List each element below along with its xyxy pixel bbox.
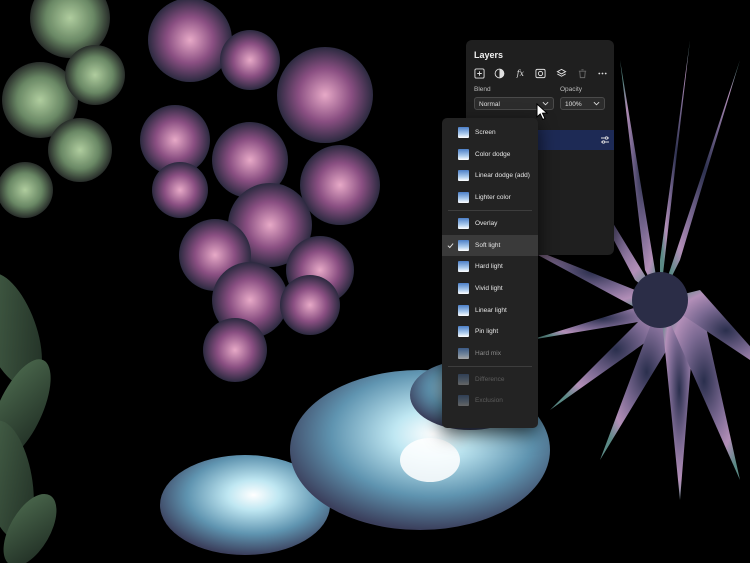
- blend-thumbnail-icon: [458, 217, 469, 229]
- blend-option-label: Soft light: [475, 241, 501, 249]
- layer-mask-icon[interactable]: [534, 66, 548, 80]
- blend-option-label: Pin light: [475, 328, 499, 336]
- chevron-down-icon: [593, 98, 600, 109]
- menu-divider: [448, 365, 532, 367]
- blend-option[interactable]: Screen: [442, 122, 538, 143]
- blend-option[interactable]: Vivid light: [442, 278, 538, 299]
- delete-icon[interactable]: [575, 66, 589, 80]
- blend-thumbnail-icon: [458, 170, 469, 182]
- blend-thumbnail-icon: [458, 348, 469, 359]
- blend-option[interactable]: Linear light: [442, 300, 538, 321]
- blend-option-label: Linear dodge (add): [475, 172, 530, 180]
- add-layer-icon[interactable]: [472, 66, 486, 80]
- blend-option[interactable]: Soft light: [442, 234, 538, 256]
- blend-option-label: Exclusion: [475, 397, 503, 405]
- blend-option-label: Lighter color: [475, 194, 511, 202]
- more-icon[interactable]: [596, 66, 610, 80]
- green-leaves-left: [0, 272, 57, 563]
- blend-option[interactable]: Pin light: [442, 321, 538, 342]
- blend-option-label: Hard light: [475, 263, 503, 271]
- blend-option-label: Vivid light: [475, 284, 503, 292]
- blend-option[interactable]: Difference: [442, 369, 538, 390]
- opacity-field[interactable]: 100%: [560, 97, 605, 110]
- blend-option[interactable]: Hard mix: [442, 343, 538, 364]
- blend-option-label: Overlay: [475, 219, 498, 227]
- blend-select-value: Normal: [479, 101, 500, 108]
- mask-icon[interactable]: [493, 66, 507, 80]
- fx-label: fx: [516, 68, 525, 78]
- blend-thumbnail-icon: [458, 239, 469, 251]
- blend-option-label: Linear light: [475, 306, 507, 314]
- blend-mode-dropdown: Screen Color dodge Linear dodge (add) Light…: [442, 118, 538, 428]
- fx-icon[interactable]: fx: [513, 66, 527, 80]
- blend-option-label: Hard mix: [475, 350, 502, 357]
- checkmark-icon: [447, 242, 454, 248]
- opacity-value: 100%: [565, 101, 582, 108]
- blend-thumbnail-icon: [458, 127, 469, 138]
- green-rosette-cluster: [0, 0, 125, 218]
- selected-layer-row[interactable]: [530, 130, 614, 150]
- mouse-pointer-icon: [536, 103, 549, 121]
- blend-label: Blend: [474, 86, 491, 93]
- layer-properties-icon[interactable]: [600, 135, 610, 145]
- blend-thumbnail-icon: [458, 395, 469, 407]
- layers-toolbar: fx: [472, 66, 610, 80]
- stack-icon[interactable]: [555, 66, 569, 80]
- blend-option-label: Difference: [475, 375, 505, 383]
- blend-option[interactable]: Overlay: [442, 213, 538, 234]
- blend-thumbnail-icon: [458, 261, 469, 273]
- blend-option[interactable]: Lighter color: [442, 187, 538, 208]
- blend-option[interactable]: Exclusion: [442, 390, 538, 411]
- opacity-label: Opacity: [560, 86, 583, 93]
- blend-option-label: Screen: [475, 129, 496, 136]
- blend-option[interactable]: Hard light: [442, 256, 538, 277]
- blend-thumbnail-icon: [458, 192, 469, 204]
- menu-divider: [448, 209, 532, 211]
- blend-thumbnail-icon: [458, 282, 469, 294]
- blend-thumbnail-icon: [458, 326, 469, 338]
- blend-option-label: Color dodge: [475, 150, 511, 158]
- blend-thumbnail-icon: [458, 373, 469, 385]
- blend-thumbnail-icon: [458, 148, 469, 160]
- blend-option[interactable]: Linear dodge (add): [442, 165, 538, 186]
- blend-option[interactable]: Color dodge: [442, 144, 538, 165]
- canvas-artwork: [0, 0, 750, 563]
- layers-panel-title: Layers: [474, 50, 504, 60]
- blend-thumbnail-icon: [458, 304, 469, 316]
- pink-rosette-cluster: [140, 0, 380, 382]
